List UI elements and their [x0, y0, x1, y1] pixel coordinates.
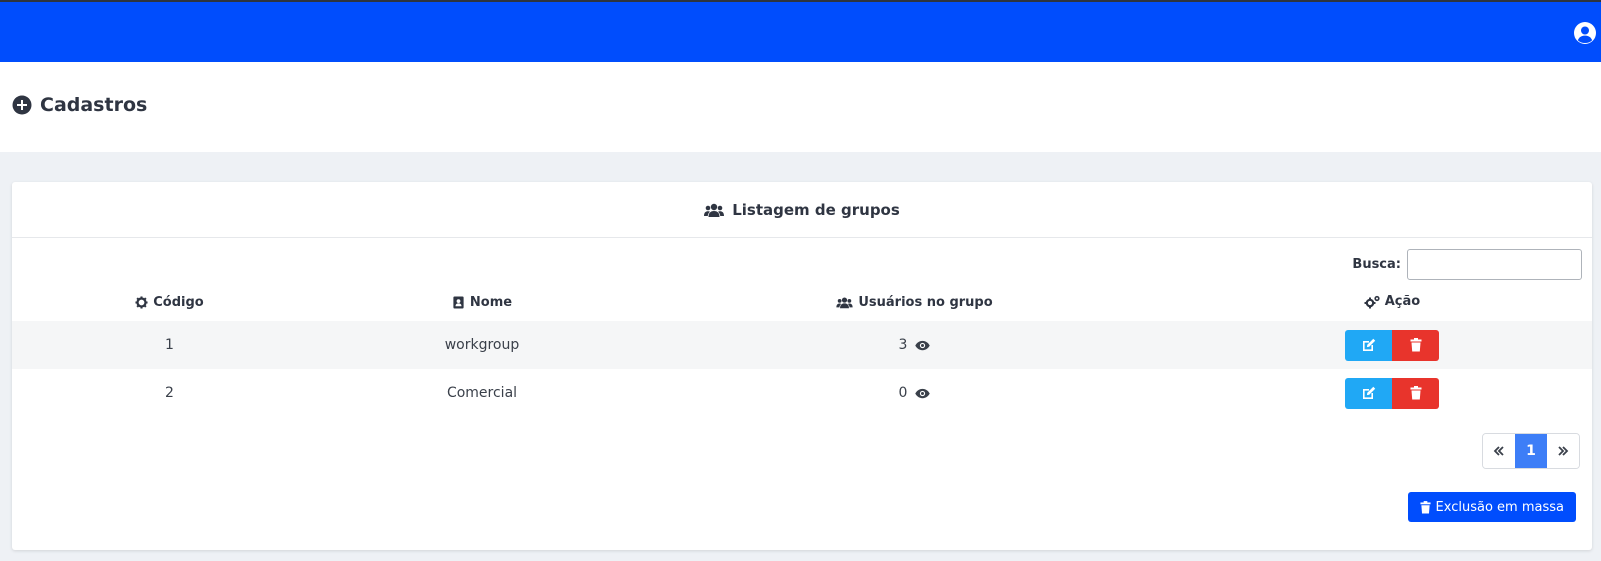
page-title: Cadastros — [12, 94, 147, 116]
cell-action — [1192, 369, 1592, 417]
user-circle-icon[interactable] — [1573, 21, 1597, 45]
column-header-code[interactable]: Código — [12, 286, 327, 321]
search-box: Busca: — [1352, 249, 1582, 280]
edit-icon — [1362, 338, 1375, 351]
pagination: 1 — [1482, 433, 1580, 469]
mass-delete-button[interactable]: Exclusão em massa — [1407, 492, 1576, 522]
search-label: Busca: — [1352, 257, 1401, 272]
address-book-icon — [453, 295, 464, 309]
cell-users: 0 — [637, 369, 1192, 417]
edit-button[interactable] — [1345, 329, 1392, 361]
top-navbar — [0, 0, 1601, 62]
cogs-icon — [1364, 295, 1380, 309]
trash-icon — [1420, 500, 1431, 513]
cell-name: workgroup — [327, 321, 637, 369]
cell-name: Comercial — [446, 385, 518, 401]
cell-users: 3 — [637, 321, 1192, 369]
table-row: 1 workgroup 3 — [12, 321, 1592, 369]
edit-icon — [1362, 386, 1375, 399]
cog-icon — [135, 295, 148, 309]
search-input[interactable] — [1407, 249, 1582, 280]
cell-code: 1 — [12, 321, 327, 369]
card-header: Listagem de grupos — [12, 182, 1592, 238]
trash-icon — [1410, 386, 1421, 400]
plus-circle-icon — [12, 95, 32, 115]
delete-button[interactable] — [1392, 377, 1439, 409]
groups-table: Código Nome Usuários no grupo Ação 1 wor… — [12, 286, 1592, 417]
pagination-next-button[interactable] — [1547, 434, 1579, 468]
column-header-users[interactable]: Usuários no grupo — [637, 286, 1192, 321]
double-chevron-right-icon — [1558, 446, 1569, 456]
column-header-action: Ação — [1192, 286, 1592, 321]
cell-code: 2 — [165, 385, 174, 401]
eye-icon[interactable] — [915, 388, 931, 399]
double-chevron-left-icon — [1493, 446, 1504, 456]
cell-action — [1192, 321, 1592, 369]
pagination-page-1[interactable]: 1 — [1515, 434, 1547, 468]
groups-card: Listagem de grupos Busca: Código Nome Us… — [12, 182, 1592, 550]
pagination-prev-button[interactable] — [1483, 434, 1515, 468]
trash-icon — [1410, 338, 1421, 352]
column-header-name[interactable]: Nome — [327, 286, 637, 321]
delete-button[interactable] — [1392, 329, 1439, 361]
page-header: Cadastros — [0, 62, 1601, 152]
eye-icon[interactable] — [915, 340, 931, 351]
users-icon — [836, 296, 853, 308]
page-title-text: Cadastros — [40, 94, 148, 116]
users-icon — [704, 203, 725, 217]
edit-button[interactable] — [1345, 377, 1392, 409]
table-row: 2 Comercial 0 — [12, 369, 1592, 417]
table-header-row: Código Nome Usuários no grupo Ação — [12, 286, 1592, 321]
card-title: Listagem de grupos — [732, 200, 900, 219]
